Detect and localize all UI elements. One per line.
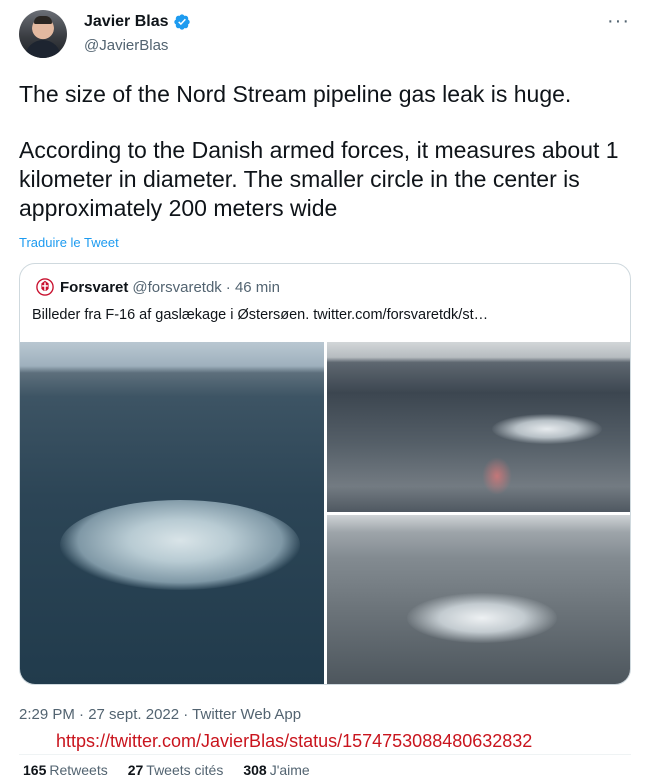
gas-leak-foam	[407, 593, 557, 643]
verified-badge-icon	[173, 14, 190, 30]
likes-stat[interactable]: 308 J'aime	[243, 762, 309, 778]
quotes-label: Tweets cités	[146, 762, 224, 778]
retweets-stat[interactable]: 165 Retweets	[23, 762, 108, 778]
gas-leak-foam	[492, 414, 602, 444]
author-name[interactable]: Javier Blas	[84, 13, 169, 31]
media-image-1[interactable]	[20, 342, 324, 684]
quoted-tweet-card[interactable]: Forsvaret @forsvaretdk · 46 min Billeder…	[19, 263, 631, 685]
author-name-row: Javier Blas	[84, 13, 191, 31]
quoted-author-handle[interactable]: @forsvaretdk	[132, 279, 221, 296]
likes-count: 308	[243, 762, 267, 778]
avatar-hair	[34, 16, 52, 24]
retweets-label: Retweets	[49, 762, 108, 778]
quote-tweets-stat[interactable]: 27 Tweets cités	[128, 762, 224, 778]
media-image-2[interactable]	[327, 342, 630, 512]
quoted-author-name[interactable]: Forsvaret	[60, 279, 128, 296]
quoted-tweet-time: · 46 min	[225, 278, 280, 296]
media-image-3[interactable]	[327, 515, 630, 684]
tweet-header: Javier Blas @JavierBlas ···	[19, 10, 634, 62]
likes-label: J'aime	[269, 762, 310, 778]
more-options-icon[interactable]: ···	[607, 10, 630, 33]
retweets-count: 165	[23, 762, 47, 778]
stats-divider	[19, 754, 631, 755]
lens-glare	[482, 457, 512, 495]
author-handle[interactable]: @JavierBlas	[84, 37, 168, 54]
quoted-tweet-text: Billeder fra F-16 af gaslækage i Østersø…	[32, 307, 489, 323]
quoted-tweet-media[interactable]	[20, 342, 630, 684]
author-avatar[interactable]	[19, 10, 67, 58]
quoted-tweet-header: Forsvaret @forsvaretdk · 46 min	[36, 278, 280, 296]
tweet-timestamp[interactable]: 2:29 PM · 27 sept. 2022 · Twitter Web Ap…	[19, 706, 301, 723]
translate-tweet-link[interactable]: Traduire le Tweet	[19, 235, 119, 250]
gas-leak-foam	[60, 500, 300, 590]
tweet-paragraph-1: The size of the Nord Stream pipeline gas…	[19, 81, 572, 107]
danish-defence-crest-icon	[36, 278, 54, 296]
tweet-body: The size of the Nord Stream pipeline gas…	[19, 80, 631, 223]
quotes-count: 27	[127, 762, 144, 778]
avatar-suit	[25, 40, 61, 58]
tweet-stats: 165 Retweets 27 Tweets cités 308 J'aime	[23, 762, 330, 778]
tweet-paragraph-2: According to the Danish armed forces, it…	[19, 137, 619, 221]
url-overlay-text: https://twitter.com/JavierBlas/status/15…	[56, 731, 533, 751]
